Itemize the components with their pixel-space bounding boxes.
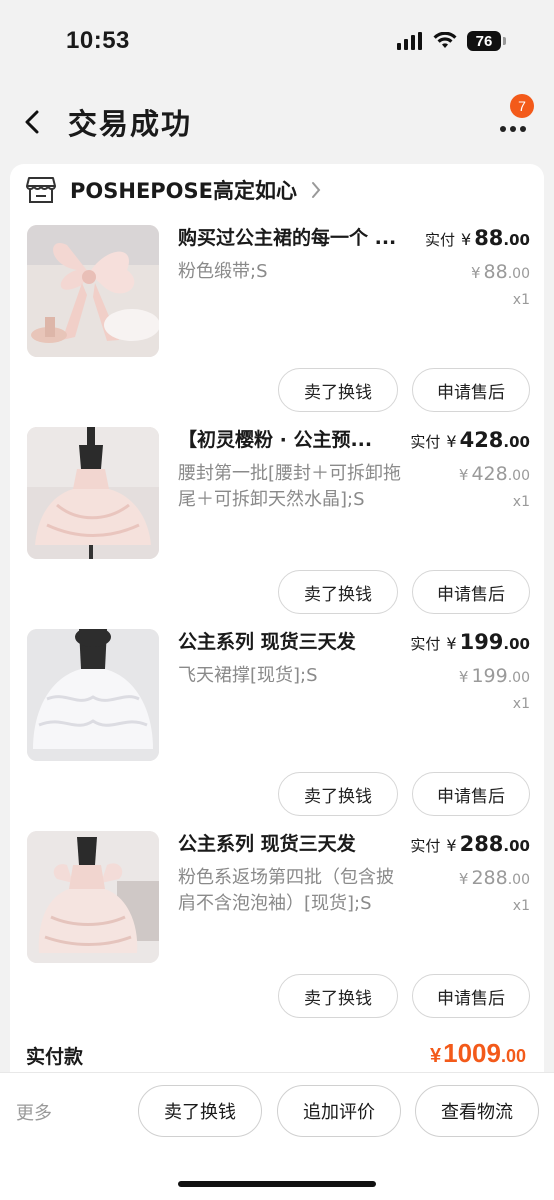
product-image[interactable] (27, 225, 159, 357)
orig-price-dec: .00 (507, 872, 530, 888)
add-review-button[interactable]: 追加评价 (277, 1085, 401, 1137)
item-spec: 飞天裙撑[现货];S (178, 665, 318, 686)
paid-price: 实付 ¥ 88 .00 (425, 225, 530, 253)
item-title[interactable]: 购买过公主裙的每一个 ... (178, 225, 414, 251)
more-dots-icon (500, 126, 526, 132)
paid-price-dec: .00 (503, 635, 530, 653)
currency-symbol: ¥ (461, 230, 472, 249)
orig-price-int: 288 (471, 867, 508, 889)
after-sale-button[interactable]: 申请售后 (412, 368, 530, 412)
orig-price-dec: .00 (507, 670, 530, 686)
item-spec: 粉色缎带;S (178, 261, 268, 282)
sell-button[interactable]: 卖了换钱 (278, 368, 398, 412)
after-sale-button[interactable]: 申请售后 (412, 974, 530, 1018)
order-item[interactable]: 公主系列 现货三天发 飞天裙撑[现货];S 实付 ¥ 199 .00 ¥ 199… (10, 629, 544, 829)
total-price: ¥ 1009 .00 (430, 1038, 526, 1069)
paid-price-dec: .00 (503, 837, 530, 855)
status-bar: 10:53 76 (0, 0, 554, 82)
paid-price-int: 88 (474, 226, 504, 250)
item-quantity: x1 (512, 696, 530, 712)
sell-button[interactable]: 卖了换钱 (278, 974, 398, 1018)
paid-price: 实付 ¥ 199 .00 (410, 629, 530, 657)
total-price-int: 1009 (443, 1038, 501, 1068)
more-link[interactable]: 更多 (16, 1099, 52, 1125)
paid-label: 实付 (424, 231, 455, 249)
original-price: ¥ 428 .00 (459, 461, 530, 489)
original-price: ¥ 199 .00 (459, 663, 530, 691)
product-image[interactable] (27, 629, 159, 761)
currency-symbol: ¥ (446, 432, 457, 451)
order-card: POSHEPOSE高定如心 购买过公主裙的每一个 ... 粉色缎带;S 实付 ¥… (10, 164, 544, 1074)
original-price: ¥ 88 .00 (471, 259, 530, 287)
paid-price-int: 199 (459, 630, 504, 654)
cellular-signal-icon (397, 32, 422, 50)
notification-badge: 7 (510, 94, 534, 118)
item-title[interactable]: 公主系列 现货三天发 (178, 831, 414, 857)
chevron-left-icon (25, 110, 39, 134)
status-icons: 76 (397, 31, 506, 51)
item-quantity: x1 (512, 494, 530, 510)
order-item[interactable]: 【初灵樱粉 · 公主预... 腰封第一批[腰封＋可拆卸拖尾＋可拆卸天然水晶];S… (10, 427, 544, 627)
home-indicator[interactable] (178, 1181, 376, 1187)
paid-label: 实付 (410, 433, 441, 451)
status-time: 10:53 (66, 27, 130, 54)
paid-price-dec: .00 (503, 231, 530, 249)
order-total: 实付款 ¥ 1009 .00 (10, 1038, 544, 1074)
page-title: 交易成功 (68, 107, 193, 141)
order-item[interactable]: 购买过公主裙的每一个 ... 粉色缎带;S 实付 ¥ 88 .00 ¥ 88 .… (10, 225, 544, 425)
shop-header[interactable]: POSHEPOSE高定如心 (26, 170, 321, 210)
battery-tip (503, 37, 506, 45)
item-quantity: x1 (512, 898, 530, 914)
orig-price-dec: .00 (507, 266, 530, 282)
orig-price-int: 199 (471, 665, 508, 687)
item-spec: 粉色系返场第四批（包含披肩不含泡泡袖）[现货];S (178, 867, 394, 914)
original-price: ¥ 288 .00 (459, 865, 530, 893)
paid-label: 实付 (410, 635, 441, 653)
paid-price-int: 288 (459, 832, 504, 856)
back-button[interactable] (24, 102, 54, 142)
after-sale-button[interactable]: 申请售后 (412, 570, 530, 614)
item-title[interactable]: 【初灵樱粉 · 公主预... (178, 427, 414, 453)
orig-price-dec: .00 (507, 468, 530, 484)
currency-symbol: ¥ (458, 466, 469, 484)
orig-price-int: 88 (483, 261, 508, 283)
paid-price-dec: .00 (503, 433, 530, 451)
shop-name: POSHEPOSE高定如心 (70, 179, 298, 203)
order-item[interactable]: 公主系列 现货三天发 粉色系返场第四批（包含披肩不含泡泡袖）[现货];S 实付 … (10, 831, 544, 1031)
currency-symbol: ¥ (458, 870, 469, 888)
chevron-right-icon (312, 182, 321, 198)
currency-symbol: ¥ (446, 634, 457, 653)
total-label: 实付款 (26, 1046, 84, 1068)
wifi-icon (433, 32, 457, 48)
currency-symbol: ¥ (458, 668, 469, 686)
currency-symbol: ¥ (446, 836, 457, 855)
sell-button[interactable]: 卖了换钱 (278, 570, 398, 614)
paid-price-int: 428 (459, 428, 504, 452)
view-logistics-button[interactable]: 查看物流 (415, 1085, 539, 1137)
currency-symbol: ¥ (430, 1045, 442, 1067)
paid-price: 实付 ¥ 428 .00 (410, 427, 530, 455)
sell-all-button[interactable]: 卖了换钱 (138, 1085, 262, 1137)
after-sale-button[interactable]: 申请售后 (412, 772, 530, 816)
product-image[interactable] (27, 427, 159, 559)
product-image[interactable] (27, 831, 159, 963)
paid-label: 实付 (410, 837, 441, 855)
item-quantity: x1 (512, 292, 530, 308)
currency-symbol: ¥ (471, 264, 481, 282)
total-price-dec: .00 (500, 1046, 526, 1066)
sell-button[interactable]: 卖了换钱 (278, 772, 398, 816)
paid-price: 实付 ¥ 288 .00 (410, 831, 530, 859)
more-menu-button[interactable]: 7 (496, 94, 534, 142)
orig-price-int: 428 (471, 463, 508, 485)
item-spec: 腰封第一批[腰封＋可拆卸拖尾＋可拆卸天然水晶];S (178, 463, 402, 510)
battery-icon: 76 (467, 31, 501, 51)
bottom-action-bar: 更多 卖了换钱 追加评价 查看物流 (0, 1072, 554, 1200)
store-icon (26, 177, 56, 203)
item-title[interactable]: 公主系列 现货三天发 (178, 629, 414, 655)
nav-bar: 交易成功 7 (0, 82, 554, 162)
